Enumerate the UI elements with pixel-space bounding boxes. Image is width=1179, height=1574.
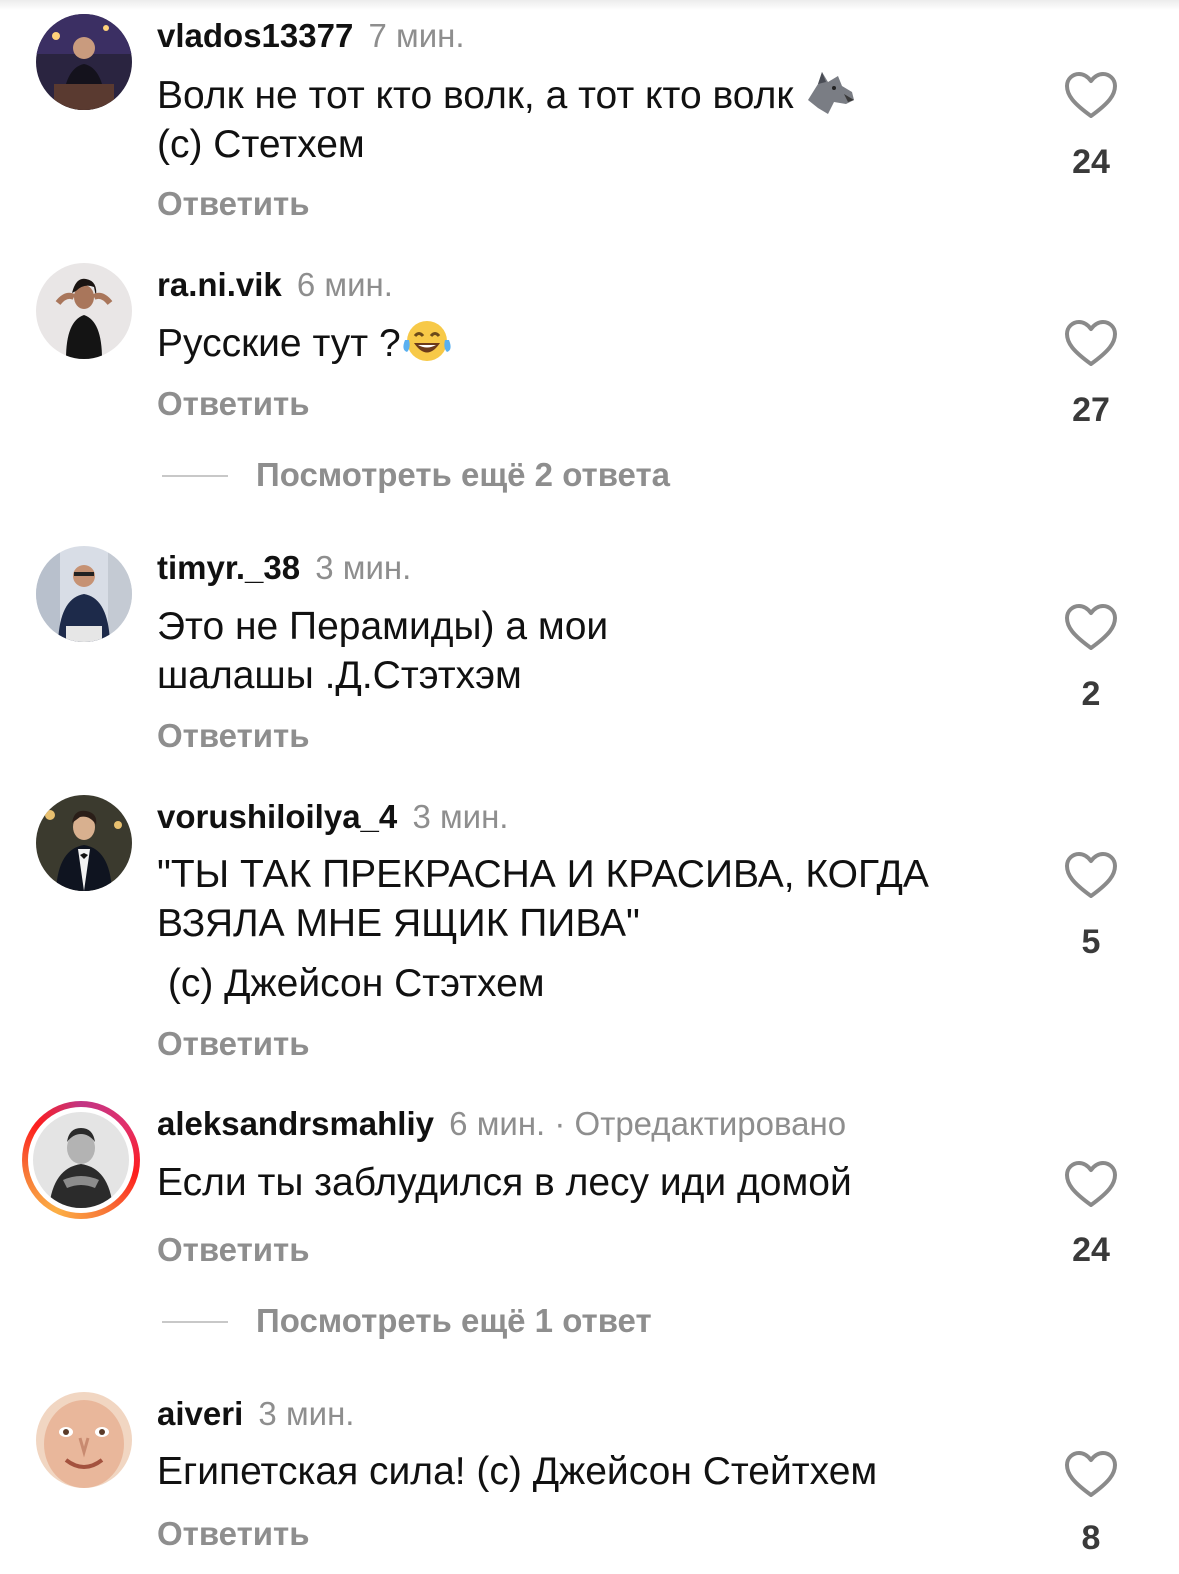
- comment-line: Если ты заблудился в лесу иди домой: [157, 1161, 852, 1204]
- divider: [162, 1321, 228, 1323]
- reply-button[interactable]: Ответить: [157, 1230, 310, 1270]
- comment-time: 3 мин.: [412, 798, 509, 835]
- like-count: 24: [1072, 1231, 1110, 1269]
- reply-button[interactable]: Ответить: [157, 1514, 310, 1554]
- like-count: 5: [1081, 923, 1101, 961]
- comment-line: (с) Стетхем: [157, 123, 365, 166]
- story-ring: [28, 1107, 134, 1213]
- comment-text: Это не Перамиды) а мои шалашы .Д.Стэтхэм: [157, 602, 1037, 700]
- heart-outline-icon: [1065, 1451, 1117, 1497]
- comment-line: Волк не тот кто волк, а тот кто волк: [157, 74, 794, 117]
- avatar-vorushiloilya-4[interactable]: [36, 795, 132, 891]
- reply-button[interactable]: Ответить: [157, 1024, 310, 1064]
- like-count: 27: [1072, 391, 1110, 429]
- comment-time: 7 мин.: [368, 17, 465, 54]
- comment-line: (с) Джейсон Стэтхем: [157, 962, 545, 1005]
- heart-outline-icon: [1065, 852, 1117, 898]
- comment-line: ВЗЯЛА МНЕ ЯЩИК ПИВА": [157, 902, 640, 945]
- comment-line: Русские тут ?: [157, 322, 401, 365]
- view-more-replies-label: Посмотреть ещё 2 ответа: [256, 456, 670, 493]
- avatar-vlados13377[interactable]: [36, 14, 132, 110]
- comment-text: "ТЫ ТАК ПРЕКРАСНА И КРАСИВА, КОГДА ВЗЯЛА…: [157, 850, 1037, 1008]
- view-more-replies-label: Посмотреть ещё 1 ответ: [256, 1302, 652, 1339]
- comment-text: Волк не тот кто волк, а тот кто волк (с)…: [157, 70, 1037, 169]
- reply-button[interactable]: Ответить: [157, 184, 310, 224]
- reply-button[interactable]: Ответить: [157, 716, 310, 756]
- like-button[interactable]: [1063, 850, 1119, 900]
- like-button[interactable]: [1063, 70, 1119, 120]
- comment-time: 6 мин.: [296, 266, 393, 303]
- comment-line: Это не Перамиды) а мои: [157, 605, 609, 648]
- comment-time: 6 мин.: [449, 1105, 546, 1142]
- comment-username[interactable]: aiveri: [157, 1395, 243, 1432]
- avatar-aleksandrsmahliy[interactable]: [22, 1101, 140, 1219]
- comment-time: 3 мин.: [258, 1395, 355, 1432]
- edited-label: · Отредактировано: [554, 1105, 847, 1142]
- comment-line: Египетская сила! (с) Джейсон Стейтхем: [157, 1450, 878, 1493]
- comment-username[interactable]: aleksandrsmahliy: [157, 1105, 434, 1142]
- like-count: 8: [1081, 1519, 1101, 1557]
- like-count: 24: [1072, 143, 1110, 181]
- comment-username[interactable]: timyr._38: [157, 549, 300, 586]
- like-button[interactable]: [1063, 602, 1119, 652]
- laughing-tears-emoji-icon: [401, 318, 453, 364]
- heart-outline-icon: [1065, 320, 1117, 366]
- comment-text: Русские тут ?: [157, 318, 1037, 368]
- comment-line: "ТЫ ТАК ПРЕКРАСНА И КРАСИВА, КОГДА: [157, 853, 929, 896]
- top-scroll-fade: [0, 0, 1179, 10]
- avatar-timyr-38[interactable]: [36, 546, 132, 642]
- avatar-aiveri[interactable]: [36, 1392, 132, 1488]
- comment-line: шалашы .Д.Стэтхэм: [157, 654, 522, 697]
- like-button[interactable]: [1063, 318, 1119, 368]
- like-button[interactable]: [1063, 1159, 1119, 1209]
- comment-username[interactable]: ra.ni.vik: [157, 266, 282, 303]
- comment-time: 3 мин.: [315, 549, 412, 586]
- comment-username[interactable]: vorushiloilya_4: [157, 798, 397, 835]
- like-button[interactable]: [1063, 1449, 1119, 1499]
- comment-username[interactable]: vlados13377: [157, 17, 353, 54]
- like-count: 2: [1081, 675, 1101, 713]
- comment-text: Если ты заблудился в лесу иди домой: [157, 1158, 1037, 1207]
- heart-outline-icon: [1065, 604, 1117, 650]
- heart-outline-icon: [1065, 1161, 1117, 1207]
- heart-outline-icon: [1065, 72, 1117, 118]
- divider: [162, 475, 228, 477]
- comment-text: Египетская сила! (с) Джейсон Стейтхем: [157, 1447, 1037, 1496]
- reply-button[interactable]: Ответить: [157, 384, 310, 424]
- wolf-emoji-icon: [804, 70, 856, 116]
- avatar-ra-ni-vik[interactable]: [36, 263, 132, 359]
